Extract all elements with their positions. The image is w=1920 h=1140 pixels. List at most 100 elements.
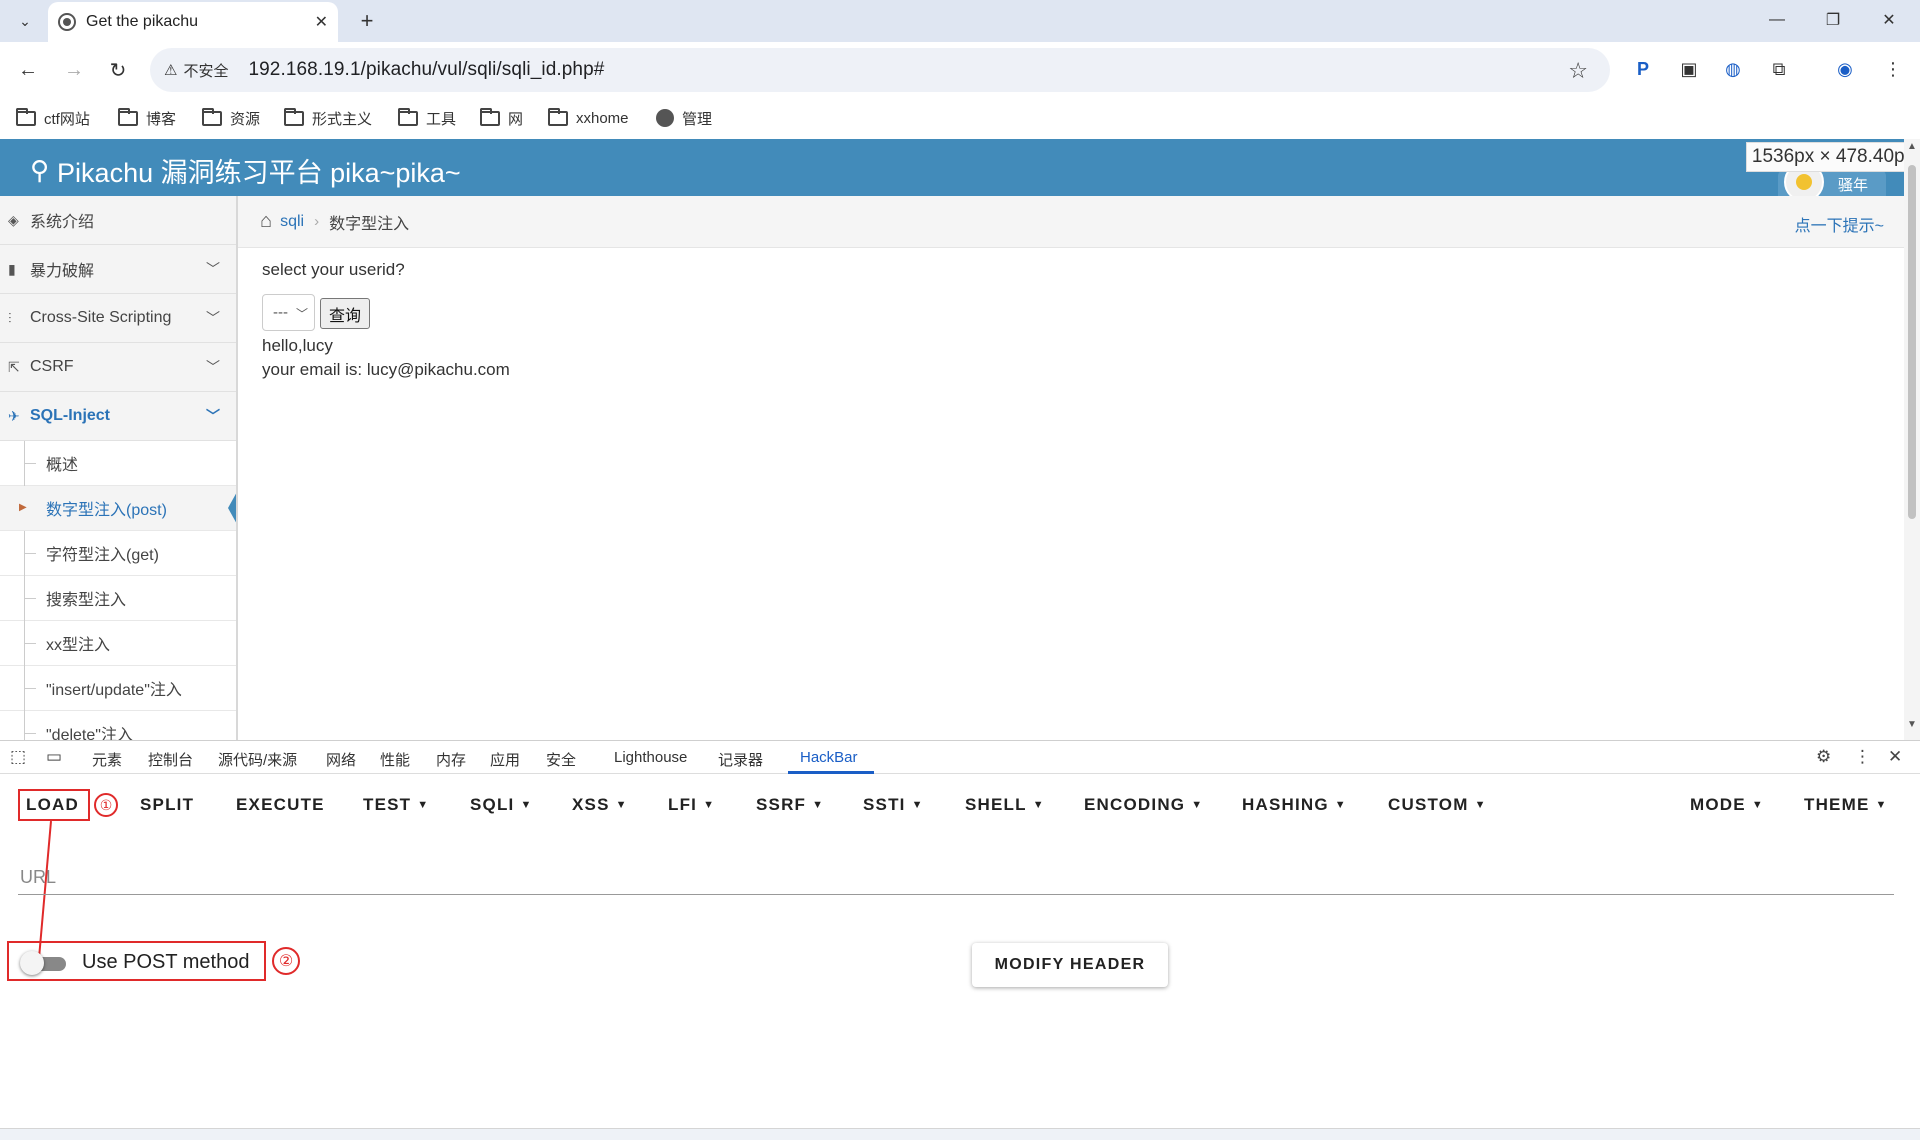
url-text[interactable]: 192.168.19.1/pikachu/vul/sqli/sqli_id.ph… bbox=[248, 59, 604, 81]
annotation-number-1: ① bbox=[94, 793, 118, 817]
hackbar-xss-menu[interactable]: XSS ▼ bbox=[572, 795, 628, 815]
address-bar[interactable]: ⚠ 不安全 192.168.19.1/pikachu/vul/sqli/sqli… bbox=[150, 48, 1610, 92]
bookmark-star-icon[interactable]: ☆ bbox=[1568, 58, 1588, 84]
more-options-icon[interactable]: ⋮ bbox=[1854, 747, 1871, 767]
sidebar-item-intro[interactable]: ◈ 系统介绍 bbox=[0, 196, 236, 245]
caret-down-icon: ▼ bbox=[911, 799, 924, 811]
sidebar-sub-delete[interactable]: "delete"注入 bbox=[0, 711, 236, 740]
devtools-tab[interactable]: 安全 bbox=[546, 749, 576, 770]
close-window-button[interactable]: ✕ bbox=[1866, 4, 1912, 36]
gear-icon[interactable]: ⚙ bbox=[1816, 747, 1831, 767]
caret-down-icon: ▼ bbox=[1032, 799, 1045, 811]
restore-button[interactable]: ❐ bbox=[1810, 4, 1856, 36]
home-icon[interactable]: ⌂ bbox=[260, 210, 272, 233]
reload-button[interactable]: ↻ bbox=[102, 54, 134, 86]
modify-header-button[interactable]: MODIFY HEADER bbox=[972, 943, 1168, 987]
bookmark-folder[interactable]: xxhome bbox=[548, 105, 629, 131]
bookmark-folder[interactable]: 博客 bbox=[118, 105, 176, 131]
sidebar-sub-string-get[interactable]: 字符型注入(get) bbox=[0, 531, 236, 576]
chevron-down-icon: ﹀ bbox=[206, 310, 220, 326]
breadcrumb-link-sqli[interactable]: sqli bbox=[280, 213, 304, 231]
inspect-element-icon[interactable]: ⬚ bbox=[10, 747, 26, 767]
extension-bot-icon[interactable]: ▣ bbox=[1676, 56, 1702, 82]
share-icon: ⇱ bbox=[8, 358, 20, 375]
page-scrollbar[interactable]: ▲ ▼ bbox=[1904, 139, 1920, 740]
chevron-down-icon: ﹀ bbox=[295, 307, 308, 321]
hackbar-lfi-menu[interactable]: LFI ▼ bbox=[668, 795, 715, 815]
hackbar-ssrf-menu[interactable]: SSRF ▼ bbox=[756, 795, 824, 815]
bookmark-folder[interactable]: ctf网站 bbox=[16, 105, 90, 131]
browser-tab[interactable]: Get the pikachu ✕ bbox=[48, 2, 338, 42]
scroll-down-icon[interactable]: ▼ bbox=[1907, 719, 1917, 730]
hackbar-ssti-menu[interactable]: SSTI ▼ bbox=[863, 795, 924, 815]
hackbar-shell-menu[interactable]: SHELL ▼ bbox=[965, 795, 1045, 815]
minimize-button[interactable]: — bbox=[1754, 4, 1800, 36]
sidebar-sub-overview[interactable]: 概述 bbox=[0, 441, 236, 486]
sidebar-sub-insert-update[interactable]: "insert/update"注入 bbox=[0, 666, 236, 711]
bookmark-link[interactable]: 管理 bbox=[656, 105, 712, 131]
devtools-tab[interactable]: 性能 bbox=[380, 749, 410, 770]
close-tab-icon[interactable]: ✕ bbox=[315, 12, 328, 32]
device-toolbar-icon[interactable]: ▭ bbox=[46, 747, 62, 767]
devtools-tab[interactable]: 源代码/来源 bbox=[218, 749, 297, 770]
bookmark-folder[interactable]: 网 bbox=[480, 105, 523, 131]
hackbar-split-button[interactable]: SPLIT bbox=[140, 795, 194, 815]
bookmark-folder[interactable]: 资源 bbox=[202, 105, 260, 131]
scroll-up-icon[interactable]: ▲ bbox=[1907, 141, 1917, 152]
devtools-tab[interactable]: 记录器 bbox=[718, 749, 763, 770]
hackbar-mode-menu[interactable]: MODE ▼ bbox=[1690, 795, 1764, 815]
hackbar-url-field[interactable]: URL bbox=[18, 855, 1894, 895]
new-tab-button[interactable]: + bbox=[352, 6, 382, 36]
devtools-tab[interactable]: 元素 bbox=[92, 749, 122, 770]
devtools-tab[interactable]: 内存 bbox=[436, 749, 466, 770]
forward-button[interactable]: → bbox=[58, 54, 90, 86]
hackbar-encoding-menu[interactable]: ENCODING ▼ bbox=[1084, 795, 1203, 815]
sidebar-item-sqli[interactable]: ✈ SQL-Inject ﹀ bbox=[0, 392, 236, 441]
scrollbar-thumb[interactable] bbox=[1908, 165, 1916, 519]
globe-icon bbox=[656, 109, 674, 127]
hackbar-sqli-menu[interactable]: SQLI ▼ bbox=[470, 795, 533, 815]
extensions-puzzle-icon[interactable]: ⧉ bbox=[1766, 56, 1792, 82]
hackbar-theme-menu[interactable]: THEME ▼ bbox=[1804, 795, 1888, 815]
hackbar-hashing-menu[interactable]: HASHING ▼ bbox=[1242, 795, 1347, 815]
profile-icon[interactable]: ◉ bbox=[1832, 56, 1858, 82]
userid-select[interactable]: --- ﹀ bbox=[262, 294, 315, 331]
sidebar-sub-search[interactable]: 搜索型注入 bbox=[0, 576, 236, 621]
site-title[interactable]: ⚲ Pikachu 漏洞练习平台 pika~pika~ bbox=[30, 151, 461, 190]
globe-icon bbox=[58, 13, 76, 31]
back-button[interactable]: ← bbox=[12, 54, 44, 86]
extension-translate-icon[interactable]: ◍ bbox=[1720, 56, 1746, 82]
insecure-label[interactable]: 不安全 bbox=[183, 60, 228, 81]
user-name: 骚年 bbox=[1838, 177, 1869, 194]
bookmark-folder[interactable]: 工具 bbox=[398, 105, 456, 131]
hackbar-execute-button[interactable]: EXECUTE bbox=[236, 795, 325, 815]
bookmark-folder[interactable]: 形式主义 bbox=[284, 105, 372, 131]
devtools-tab[interactable]: Lighthouse bbox=[614, 749, 687, 766]
menu-kebab-icon[interactable]: ⋮ bbox=[1880, 56, 1906, 82]
hackbar-test-menu[interactable]: TEST ▼ bbox=[363, 795, 429, 815]
tab-search-button[interactable]: ⌄ bbox=[10, 6, 40, 36]
browser-toolbar: ← → ↻ ⚠ 不安全 192.168.19.1/pikachu/vul/sql… bbox=[0, 42, 1920, 97]
close-icon[interactable]: ✕ bbox=[1888, 747, 1902, 767]
hackbar-custom-menu[interactable]: CUSTOM ▼ bbox=[1388, 795, 1487, 815]
folder-icon bbox=[202, 107, 222, 126]
devtools-tab[interactable]: 控制台 bbox=[148, 749, 193, 770]
hint-link[interactable]: 点一下提示~ bbox=[1795, 212, 1884, 236]
devtools-tab[interactable]: 网络 bbox=[326, 749, 356, 770]
sidebar-sub-numeric-post[interactable]: ▶ 数字型注入(post) bbox=[0, 486, 236, 531]
use-post-toggle[interactable] bbox=[20, 951, 68, 975]
extension-p-icon[interactable]: P bbox=[1630, 56, 1656, 82]
user-avatar[interactable]: 骚年 bbox=[1778, 162, 1886, 202]
url-label: URL bbox=[20, 867, 57, 887]
query-button[interactable]: 查询 bbox=[320, 298, 370, 329]
toggle-knob[interactable] bbox=[20, 951, 44, 975]
sidebar-item-bruteforce[interactable]: ▮ 暴力破解 ﹀ bbox=[0, 245, 236, 294]
devtools-tab-bar: ⬚ ▭ 元素 控制台 源代码/来源 网络 性能 内存 应用 安全 Lightho… bbox=[0, 741, 1920, 774]
active-pointer bbox=[228, 490, 236, 526]
use-post-label[interactable]: Use POST method bbox=[82, 951, 249, 974]
sidebar-item-xss[interactable]: ⫶ Cross-Site Scripting ﹀ bbox=[0, 294, 236, 343]
devtools-tab-hackbar[interactable]: HackBar bbox=[800, 749, 858, 766]
devtools-tab[interactable]: 应用 bbox=[490, 749, 520, 770]
sidebar-item-csrf[interactable]: ⇱ CSRF ﹀ bbox=[0, 343, 236, 392]
sidebar-sub-xx[interactable]: xx型注入 bbox=[0, 621, 236, 666]
